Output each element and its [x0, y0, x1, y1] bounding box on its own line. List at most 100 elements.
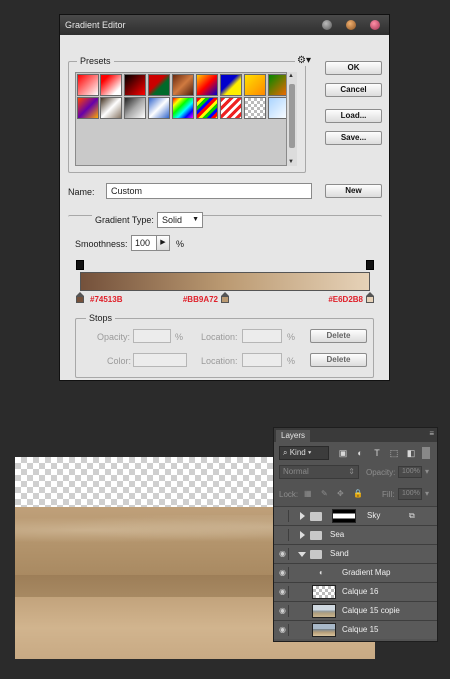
close-window-icon[interactable] [322, 20, 332, 30]
gradient-type-select[interactable]: Solid ▼ [157, 212, 203, 228]
maximize-window-icon[interactable] [370, 20, 380, 30]
type-filter-icon[interactable]: T [371, 447, 383, 459]
scroll-down-icon[interactable]: ▼ [288, 159, 294, 165]
filter-toggle-icon[interactable] [422, 447, 430, 459]
layer-opacity-field[interactable]: 100% [398, 466, 422, 478]
dialog-titlebar[interactable]: Gradient Editor [60, 15, 389, 35]
new-button[interactable]: New [325, 184, 382, 198]
gradient-preview-bar[interactable] [80, 272, 370, 291]
color-location-field [242, 353, 282, 367]
folder-icon [310, 531, 322, 540]
chevron-down-icon[interactable]: ▾ [425, 489, 429, 498]
layer-row-sea[interactable]: Sea [274, 525, 437, 544]
preset-swatch[interactable] [100, 74, 122, 96]
eye-icon[interactable]: ◉ [277, 605, 289, 617]
folder-icon [310, 512, 322, 521]
smart-object-filter-icon[interactable]: ◧ [405, 447, 417, 459]
preset-swatch[interactable] [172, 97, 194, 119]
color-stop-marker[interactable] [221, 292, 229, 303]
color-stop-marker[interactable] [366, 292, 374, 303]
lock-all-icon[interactable]: 🔒 [353, 489, 363, 498]
expand-arrow-icon[interactable] [300, 512, 305, 520]
minimize-window-icon[interactable] [346, 20, 356, 30]
panel-menu-icon[interactable]: ≡ [429, 429, 434, 438]
layer-thumbnail[interactable] [312, 623, 336, 637]
scroll-up-icon[interactable]: ▲ [288, 73, 294, 79]
layer-row-sky[interactable]: Sky ⧉ [274, 506, 437, 525]
layer-name: Sea [330, 530, 345, 539]
expand-arrow-icon[interactable] [300, 531, 305, 539]
gear-icon[interactable]: ⚙▾ [295, 55, 313, 66]
eye-icon[interactable]: ◉ [277, 624, 289, 636]
preset-swatch[interactable] [124, 74, 146, 96]
layer-row-sand[interactable]: ◉ Sand [274, 544, 437, 563]
layer-row-gradient-map[interactable]: ◉ ◐ Gradient Map [274, 563, 437, 582]
layer-name: Sand [330, 549, 349, 558]
preset-swatch[interactable] [100, 97, 122, 119]
preset-swatch[interactable] [77, 97, 99, 119]
adjustment-layer-icon: ◐ [319, 568, 324, 577]
layer-thumbnail[interactable] [312, 604, 336, 618]
visibility-toggle[interactable] [277, 510, 289, 522]
tab-layers[interactable]: Layers [276, 430, 311, 442]
layer-row-calque-15-copie[interactable]: ◉ Calque 15 copie [274, 601, 437, 620]
preset-swatch[interactable] [148, 74, 170, 96]
preset-swatch[interactable] [196, 74, 218, 96]
smoothness-slider-toggle[interactable]: ▶ [156, 235, 170, 251]
layer-row-calque-15[interactable]: ◉ Calque 15 [274, 620, 437, 639]
delete-color-stop-button[interactable]: Delete [310, 353, 367, 367]
pixel-filter-icon[interactable]: ▣ [337, 447, 349, 459]
layer-name: Gradient Map [342, 568, 391, 577]
ok-button[interactable]: OK [325, 61, 382, 75]
layer-name: Calque 15 [342, 625, 379, 634]
opacity-stop-marker[interactable] [366, 260, 374, 270]
presets-group: Presets ⚙▾ ▲ ▼ [68, 55, 313, 173]
preset-swatch[interactable] [148, 97, 170, 119]
color-stop-marker[interactable] [76, 292, 84, 303]
opacity-location-field [242, 329, 282, 343]
preset-swatch[interactable] [244, 97, 266, 119]
save-button[interactable]: Save... [325, 131, 382, 145]
preset-swatch[interactable] [172, 74, 194, 96]
preset-swatch[interactable] [77, 74, 99, 96]
layer-thumbnail[interactable] [312, 585, 336, 599]
shape-filter-icon[interactable]: ⬚ [388, 447, 400, 459]
color-swatch-field [133, 353, 187, 367]
lock-transparency-icon[interactable]: ▦ [304, 489, 312, 498]
lock-pixels-icon[interactable]: ✎ [321, 489, 328, 498]
layer-filter-select[interactable]: ⌕ Kind ▾ [279, 446, 329, 460]
gradient-type-value: Solid [162, 215, 183, 225]
folder-icon [310, 550, 322, 559]
smart-filter-icon: ⧉ [409, 511, 415, 520]
preset-swatch[interactable] [124, 97, 146, 119]
layer-row-calque-16[interactable]: ◉ Calque 16 [274, 582, 437, 601]
eye-icon[interactable]: ◉ [277, 586, 289, 598]
scrollbar-thumb[interactable] [289, 84, 295, 148]
name-field[interactable]: Custom [106, 183, 312, 199]
load-button[interactable]: Load... [325, 109, 382, 123]
chevron-down-icon: ▼ [192, 216, 199, 223]
eye-icon[interactable]: ◉ [277, 567, 289, 579]
layer-fill-field[interactable]: 100% [398, 488, 422, 500]
blend-mode-select[interactable]: Normal ⇕ [279, 465, 359, 479]
cancel-button[interactable]: Cancel [325, 83, 382, 97]
layers-panel: Layers ≡ ⌕ Kind ▾ ▣ ◐ T ⬚ ◧ Normal ⇕ Opa… [273, 427, 438, 642]
stop-color-swatch [366, 296, 374, 303]
smoothness-field[interactable]: 100 [131, 235, 157, 251]
opacity-stop-marker[interactable] [76, 260, 84, 270]
layers-tabbar: Layers ≡ [274, 428, 437, 442]
preset-swatch[interactable] [196, 97, 218, 119]
adjustment-filter-icon[interactable]: ◐ [354, 447, 366, 459]
layer-mask-thumbnail[interactable] [332, 509, 356, 523]
visibility-toggle[interactable] [277, 529, 289, 541]
delete-opacity-stop-button[interactable]: Delete [310, 329, 367, 343]
preset-swatch[interactable] [220, 74, 242, 96]
eye-icon[interactable]: ◉ [277, 548, 289, 560]
lock-position-icon[interactable]: ✥ [337, 489, 344, 498]
preset-swatch[interactable] [220, 97, 242, 119]
collapse-arrow-icon[interactable] [298, 552, 306, 557]
color-stop-hex-label: #74513B [90, 295, 123, 304]
chevron-down-icon[interactable]: ▾ [425, 467, 429, 476]
preset-swatch[interactable] [244, 74, 266, 96]
presets-scrollbar[interactable]: ▲ ▼ [286, 72, 297, 166]
